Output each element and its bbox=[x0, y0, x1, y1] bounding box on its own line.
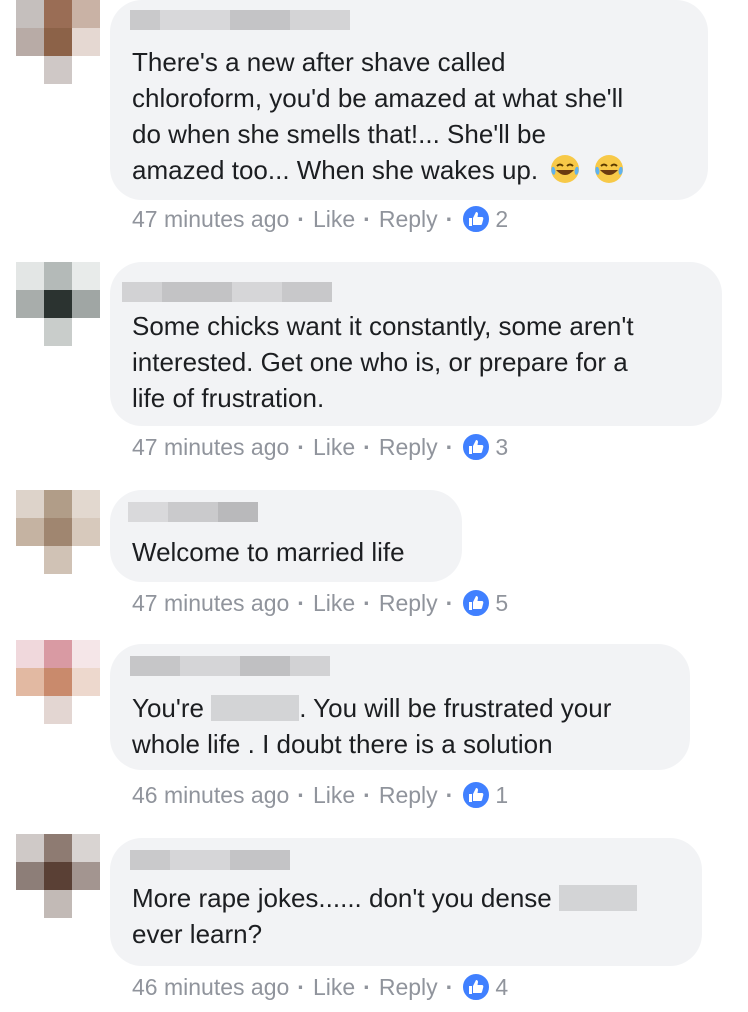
like-count: 4 bbox=[495, 973, 509, 1000]
avatar[interactable] bbox=[16, 262, 100, 346]
like-link[interactable]: Like bbox=[313, 206, 355, 233]
timestamp[interactable]: 47 minutes ago bbox=[132, 434, 289, 461]
comment-bubble: You're . You will be frustrated your who… bbox=[110, 644, 690, 770]
author-name-redacted[interactable] bbox=[130, 10, 350, 30]
thumbs-up-icon bbox=[469, 212, 484, 226]
reply-link[interactable]: Reply bbox=[379, 782, 438, 809]
timestamp[interactable]: 46 minutes ago bbox=[132, 974, 289, 1001]
like-link[interactable]: Like bbox=[313, 974, 355, 1001]
redacted-word bbox=[559, 885, 637, 911]
timestamp[interactable]: 47 minutes ago bbox=[132, 590, 289, 617]
laughing-tears-icon bbox=[551, 155, 580, 183]
thumbs-up-icon bbox=[469, 440, 484, 454]
reply-link[interactable]: Reply bbox=[379, 434, 438, 461]
like-count-badge[interactable] bbox=[461, 432, 492, 462]
avatar[interactable] bbox=[16, 0, 100, 84]
like-count-badge[interactable] bbox=[461, 780, 492, 810]
reply-link[interactable]: Reply bbox=[379, 206, 438, 233]
like-link[interactable]: Like bbox=[313, 590, 355, 617]
comment-text: There's a new after shave called chlorof… bbox=[132, 47, 624, 185]
comment-text: Welcome to married life bbox=[132, 537, 405, 567]
comment-bubble: There's a new after shave called chlorof… bbox=[110, 0, 708, 200]
comment-meta: 46 minutes ago · Like · Reply · 4 bbox=[132, 972, 508, 1002]
comment-meta: 47 minutes ago · Like · Reply · 3 bbox=[132, 432, 508, 462]
redacted-word bbox=[211, 695, 300, 721]
like-count-badge[interactable] bbox=[461, 588, 492, 618]
laughing-tears-icon bbox=[594, 155, 623, 183]
author-name-redacted[interactable] bbox=[122, 282, 332, 302]
author-name-redacted[interactable] bbox=[128, 502, 258, 522]
like-count-badge[interactable] bbox=[461, 204, 492, 234]
avatar[interactable] bbox=[16, 640, 100, 724]
like-count: 2 bbox=[495, 205, 509, 232]
like-link[interactable]: Like bbox=[313, 782, 355, 809]
like-count: 3 bbox=[495, 433, 509, 460]
thumbs-up-icon bbox=[469, 980, 484, 994]
timestamp[interactable]: 46 minutes ago bbox=[132, 782, 289, 809]
comment-text: Some chicks want it constantly, some are… bbox=[132, 311, 634, 413]
avatar[interactable] bbox=[16, 490, 100, 574]
comment-meta: 47 minutes ago · Like · Reply · 2 bbox=[132, 204, 508, 234]
comment-text: More rape jokes...... don't you dense ev… bbox=[132, 880, 637, 952]
like-count: 1 bbox=[495, 781, 509, 808]
timestamp[interactable]: 47 minutes ago bbox=[132, 206, 289, 233]
comment-bubble: More rape jokes...... don't you dense ev… bbox=[110, 838, 702, 966]
comment-text: You're . You will be frustrated your who… bbox=[132, 693, 612, 759]
avatar[interactable] bbox=[16, 834, 100, 918]
comment-bubble: Some chicks want it constantly, some are… bbox=[110, 262, 722, 426]
reply-link[interactable]: Reply bbox=[379, 590, 438, 617]
comment-meta: 46 minutes ago · Like · Reply · 1 bbox=[132, 780, 508, 810]
comment-bubble: Welcome to married life bbox=[110, 490, 462, 582]
thumbs-up-icon bbox=[469, 596, 484, 610]
like-count-badge[interactable] bbox=[461, 972, 492, 1002]
reply-link[interactable]: Reply bbox=[379, 974, 438, 1001]
author-name-redacted[interactable] bbox=[130, 656, 330, 676]
like-count: 5 bbox=[495, 589, 509, 616]
like-link[interactable]: Like bbox=[313, 434, 355, 461]
author-name-redacted[interactable] bbox=[130, 850, 290, 870]
thumbs-up-icon bbox=[469, 788, 484, 802]
comment-meta: 47 minutes ago · Like · Reply · 5 bbox=[132, 588, 508, 618]
